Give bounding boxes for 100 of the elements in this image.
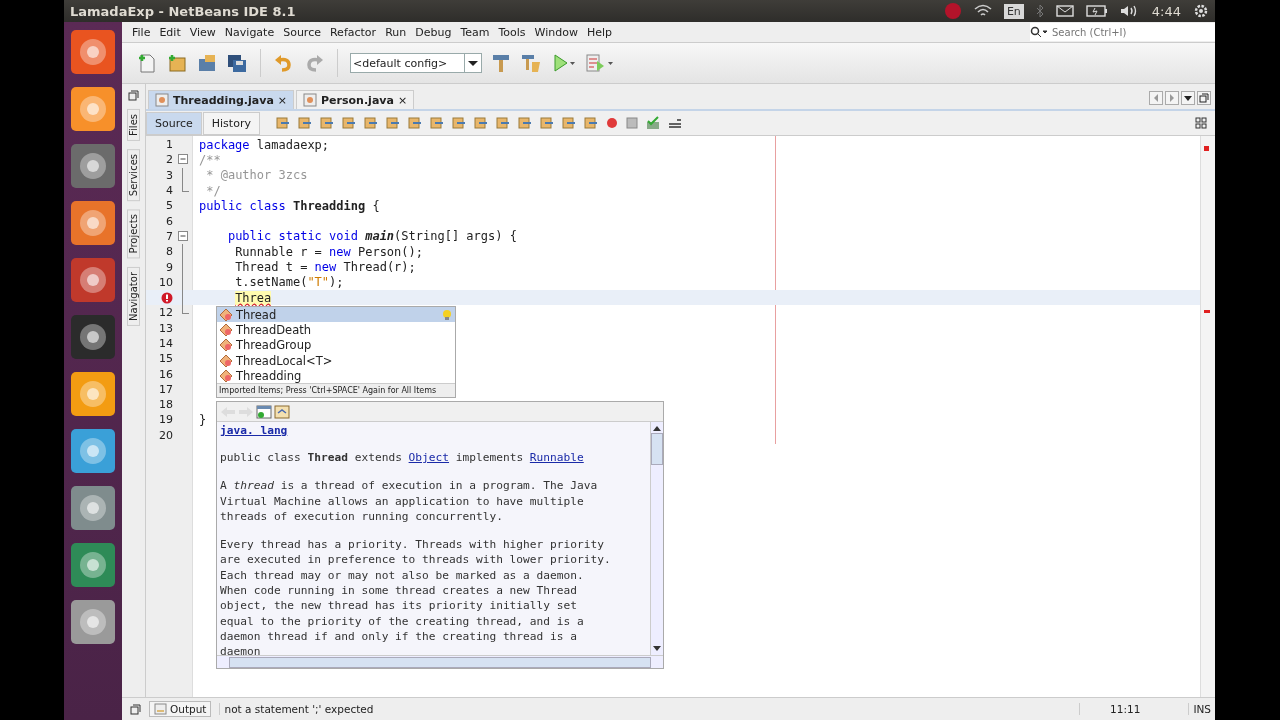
new-project-icon[interactable] (166, 52, 188, 74)
menu-item[interactable]: Refactor (324, 25, 381, 39)
close-tab-button[interactable]: × (277, 93, 288, 107)
clock[interactable]: 4:44 (1151, 3, 1181, 19)
type-link[interactable]: Runnable (529, 451, 584, 464)
keyboard-indicator[interactable]: En (1003, 3, 1024, 19)
window-title: LamadaExp - NetBeans IDE 8.1 (70, 3, 296, 19)
check-icon[interactable] (644, 115, 661, 131)
menu-item[interactable]: Source (278, 25, 325, 39)
editor-tool-icon[interactable] (406, 115, 423, 131)
menu-item[interactable]: Team (455, 25, 494, 39)
app-launcher-icon[interactable] (70, 599, 116, 645)
editor-tool-icon[interactable] (318, 115, 335, 131)
completion-item[interactable]: ThreadLocal<T> (217, 352, 455, 369)
open-folder-icon[interactable] (196, 52, 218, 74)
app-launcher-icon[interactable] (70, 257, 116, 303)
file-tab[interactable]: Person.java × (296, 90, 415, 109)
editor-tool-icon[interactable] (560, 115, 577, 131)
fold-toggle[interactable] (177, 228, 188, 244)
config-dropdown[interactable]: <default config> (350, 53, 482, 73)
editor-tool-icon[interactable] (296, 115, 313, 131)
menu-item[interactable]: Debug (410, 25, 456, 39)
restore-window-icon[interactable] (130, 703, 141, 715)
clean-build-icon[interactable] (520, 52, 542, 74)
menu-item[interactable]: Window (529, 25, 582, 39)
vertical-scrollbar[interactable] (650, 422, 663, 655)
completion-item[interactable]: ThreadDeath (217, 322, 455, 338)
menu-item[interactable]: Run (380, 25, 411, 39)
completion-item[interactable]: Threadding (217, 368, 455, 384)
line-number: 20 (159, 428, 173, 442)
settings-icon[interactable] (1193, 3, 1209, 19)
output-icon (154, 703, 167, 715)
editor-tool-icon[interactable] (472, 115, 489, 131)
completion-item[interactable]: Thread (217, 307, 455, 323)
menu-item[interactable]: File (127, 25, 155, 39)
restore-window-icon[interactable] (128, 90, 139, 101)
close-tab-button[interactable]: × (397, 93, 408, 107)
view-tab[interactable]: History (202, 111, 260, 135)
package-link[interactable]: java. lang (220, 424, 288, 437)
app-launcher-icon[interactable] (70, 86, 116, 132)
line-number: 15 (159, 352, 173, 366)
error-marker[interactable] (1204, 146, 1209, 151)
horizontal-scrollbar[interactable] (217, 655, 663, 668)
scroll-thumb[interactable] (651, 433, 663, 465)
side-tab[interactable]: Projects (127, 209, 140, 259)
side-tab[interactable]: Services (127, 148, 140, 202)
side-tab[interactable]: Files (127, 109, 140, 141)
error-marker[interactable] (1204, 310, 1210, 313)
menu-item[interactable]: Navigate (219, 25, 279, 39)
editor-tool-icon[interactable] (384, 115, 401, 131)
split-view-icon[interactable] (1195, 117, 1207, 129)
editor-tool-icon[interactable] (428, 115, 445, 131)
new-file-icon[interactable] (136, 52, 158, 74)
editor-tool-icon[interactable] (538, 115, 555, 131)
debug-icon[interactable] (584, 52, 614, 74)
completion-item[interactable]: ThreadGroup (217, 337, 455, 353)
class-icon (219, 322, 233, 337)
menu-item[interactable]: Edit (154, 25, 185, 39)
bluetooth-icon[interactable] (1035, 4, 1044, 18)
app-launcher-icon[interactable] (70, 29, 116, 75)
menu-item[interactable]: Help (581, 25, 617, 39)
app-launcher-icon[interactable] (70, 200, 116, 246)
editor-tool-icon[interactable] (274, 115, 291, 131)
side-tab[interactable]: Navigator (127, 266, 140, 326)
app-launcher-icon[interactable] (70, 428, 116, 474)
mail-icon[interactable] (1055, 5, 1074, 17)
up-arrow-icon[interactable] (653, 425, 661, 431)
app-launcher-icon[interactable] (70, 314, 116, 360)
record-macro-icon[interactable] (604, 116, 619, 130)
caret-icon[interactable] (464, 54, 481, 72)
app-launcher-icon[interactable] (70, 542, 116, 588)
type-link[interactable]: Object (408, 451, 450, 464)
editor-tool-icon[interactable] (494, 115, 511, 131)
scroll-left-icon[interactable] (1149, 91, 1163, 105)
wifi-icon[interactable] (973, 4, 992, 18)
editor-tool-icon[interactable] (340, 115, 357, 131)
editor-tool-icon[interactable] (582, 115, 599, 131)
output-button[interactable]: Output (149, 701, 212, 717)
stop-macro-icon[interactable] (624, 116, 639, 130)
down-arrow-icon[interactable] (653, 646, 661, 652)
record-icon[interactable] (943, 2, 962, 20)
editor-tool-icon[interactable] (362, 115, 379, 131)
line-number: 18 (159, 398, 173, 412)
app-launcher-icon[interactable] (70, 371, 116, 417)
view-tab[interactable]: Source (146, 111, 202, 135)
menu-item[interactable]: Tools (493, 25, 530, 39)
app-launcher-icon[interactable] (70, 485, 116, 531)
editor-tool-icon[interactable] (516, 115, 533, 131)
caret-position: 11:11 (1079, 703, 1141, 715)
search-icon[interactable] (1030, 26, 1048, 38)
battery-icon[interactable] (1085, 5, 1108, 17)
dropdown-icon[interactable] (1181, 91, 1195, 105)
hammer-icon[interactable] (490, 52, 512, 74)
editor-tool-icon[interactable] (450, 115, 467, 131)
menu-item[interactable]: View (184, 25, 220, 39)
app-launcher-icon[interactable] (70, 143, 116, 189)
browser-icon[interactable] (256, 404, 272, 419)
save-all-icon[interactable] (226, 52, 248, 74)
file-tab[interactable]: Threadding.java × (148, 90, 295, 109)
restore-window-icon[interactable] (1197, 91, 1211, 105)
